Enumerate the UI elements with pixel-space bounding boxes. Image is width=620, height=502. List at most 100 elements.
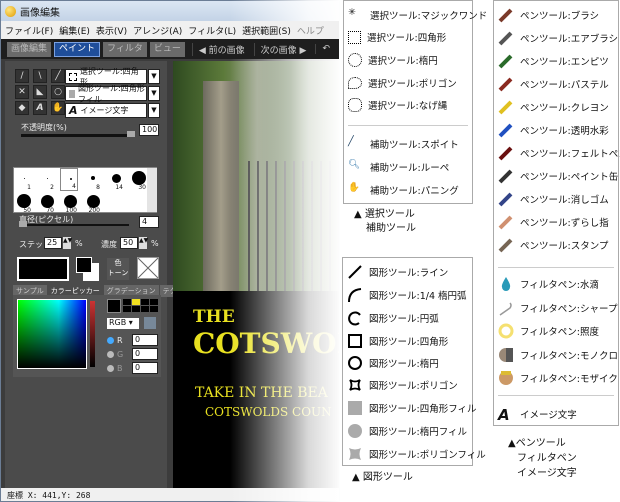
menu-item-panning[interactable]: ✋ 補助ツール:パニング: [348, 182, 459, 198]
color-chip[interactable]: [150, 299, 158, 305]
menu-file[interactable]: ファイル(F): [5, 24, 53, 37]
menu-item-pen-eraser[interactable]: ペンツール:消しゴム: [498, 191, 609, 207]
menu-item-filter-monochrome[interactable]: フィルタペン:モノクロ: [498, 347, 618, 363]
slider-thumb[interactable]: [19, 221, 27, 227]
brush-size-2[interactable]: 2: [37, 168, 55, 191]
tab-view[interactable]: ビュー: [149, 41, 185, 57]
color-chip[interactable]: [132, 306, 140, 312]
brush-size-8[interactable]: 8: [83, 168, 101, 191]
density-spinner[interactable]: ▲▼: [139, 237, 148, 249]
paint-can-tool-icon[interactable]: ◣: [33, 85, 47, 99]
brush-size-100[interactable]: 100: [60, 191, 78, 214]
menu-item-filter-water-drop[interactable]: フィルタペン:水滴: [498, 276, 599, 292]
brush-size-200[interactable]: 200: [83, 191, 101, 214]
menu-item-pen-smudge-finger[interactable]: ペンツール:ずらし指: [498, 214, 609, 230]
color-chip[interactable]: [141, 299, 149, 305]
menu-item-pen-airbrush[interactable]: ペンツール:エアブラシ: [498, 30, 618, 46]
brush-scrollbar[interactable]: [147, 168, 157, 212]
menu-item-image-text[interactable]: A イメージ文字: [498, 406, 577, 424]
menu-item-shape-4[interactable]: 図形ツール:楕円: [347, 355, 439, 371]
density-input[interactable]: 50: [120, 237, 138, 249]
slider-thumb[interactable]: [127, 131, 135, 137]
brush-size-14[interactable]: 14: [106, 168, 124, 191]
foreground-color-swatch[interactable]: [76, 257, 92, 273]
no-color-icon[interactable]: [137, 257, 159, 279]
brush-size-50[interactable]: 50: [14, 191, 32, 214]
menu-selection[interactable]: 選択範囲(S): [242, 24, 291, 37]
menu-item-rect-select[interactable]: 選択ツール:四角形: [348, 30, 446, 44]
menu-item-pen-crayon[interactable]: ペンツール:クレヨン: [498, 99, 609, 115]
color-mode-select[interactable]: RGB ▾: [107, 318, 139, 329]
tab-filter[interactable]: フィルタ: [103, 41, 147, 57]
dropdown-arrow-icon[interactable]: ▼: [148, 86, 160, 101]
eyedropper-tool-icon[interactable]: ╱: [51, 69, 65, 83]
brush-size-4[interactable]: 4: [60, 168, 78, 191]
menu-help[interactable]: ヘルプ: [297, 24, 324, 37]
menu-item-shape-3[interactable]: 図形ツール:四角形: [347, 333, 448, 349]
menu-item-shape-2[interactable]: 図形ツール:円弧: [347, 310, 439, 326]
airbrush-tool-icon[interactable]: ✕: [15, 85, 29, 99]
hue-slider[interactable]: [90, 301, 95, 367]
menu-item-shape-5[interactable]: 図形ツール:ポリゴン: [347, 377, 458, 393]
channel-b-input[interactable]: 0: [132, 362, 158, 374]
menu-item-eyedropper[interactable]: ╱ 補助ツール:スポイト: [348, 136, 459, 152]
tone-button[interactable]: 色 トーン: [107, 258, 129, 280]
channel-r-input[interactable]: 0: [132, 334, 158, 346]
undo-icon[interactable]: ↶: [315, 44, 336, 54]
menu-item-ellipse-select[interactable]: 選択ツール:楕円: [348, 53, 438, 67]
text-tool-select[interactable]: A イメージ文字: [65, 103, 147, 118]
brush-size-30[interactable]: 30: [129, 168, 147, 191]
menu-item-pen-felt-pen[interactable]: ペンツール:フェルトペン: [498, 145, 620, 161]
brush-size-palette[interactable]: 1 2 4 8 14 30 50 70 100 200: [13, 167, 157, 214]
brush-size-70[interactable]: 70: [37, 191, 55, 214]
menu-filter[interactable]: フィルタ(L): [188, 24, 236, 37]
text-tool-icon[interactable]: A: [33, 101, 47, 115]
diameter-input[interactable]: 4: [139, 216, 159, 228]
color-chip[interactable]: [123, 299, 131, 305]
hand-tool-icon[interactable]: ✋: [51, 101, 65, 115]
tab-image-edit[interactable]: 画像編集: [7, 41, 52, 57]
magnifier-tool-icon[interactable]: ○: [51, 85, 65, 99]
radio-b[interactable]: [107, 364, 114, 372]
magic-wand-tool-icon[interactable]: \: [33, 69, 47, 83]
menu-item-polygon-select[interactable]: 選択ツール:ポリゴン: [348, 76, 457, 90]
menu-item-loupe[interactable]: 🔍︎ 補助ツール:ルーペ: [348, 159, 449, 175]
menu-item-filter-mosaic[interactable]: フィルタペン:モザイク: [498, 370, 618, 386]
brush-size-1[interactable]: 1: [14, 168, 32, 191]
menu-item-lasso[interactable]: 選択ツール:なげ縄: [348, 98, 447, 112]
shape-tool-select[interactable]: 図形ツール:四角形フィル: [65, 84, 147, 104]
diameter-slider[interactable]: [19, 221, 129, 227]
tab-paint[interactable]: ペイント: [54, 41, 101, 57]
menu-arrange[interactable]: アレンジ(A): [133, 24, 182, 37]
color-field[interactable]: [17, 299, 87, 369]
menu-item-shape-8[interactable]: 図形ツール:ポリゴンフィル: [347, 446, 486, 462]
color-chip[interactable]: [123, 306, 131, 312]
menu-item-filter-sharpen[interactable]: フィルタペン:シャープ: [498, 300, 617, 316]
brush-tool-icon[interactable]: /: [15, 69, 29, 83]
radio-r[interactable]: [107, 336, 114, 344]
dropdown-arrow-icon[interactable]: ▼: [148, 69, 160, 84]
menu-item-pen-watercolor[interactable]: ペンツール:透明水彩: [498, 122, 609, 138]
color-chip[interactable]: [132, 299, 140, 305]
color-chip[interactable]: [141, 306, 149, 312]
next-image-button[interactable]: 次の画像 ▶: [253, 42, 313, 56]
eraser-tool-icon[interactable]: ◆: [15, 101, 29, 115]
menu-item-filter-brightness[interactable]: フィルタペン:照度: [498, 323, 599, 339]
menu-item-pen-pastel[interactable]: ペンツール:パステル: [498, 76, 609, 92]
color-chip[interactable]: [150, 306, 158, 312]
lock-icon[interactable]: [144, 317, 156, 329]
menu-item-shape-0[interactable]: 図形ツール:ライン: [347, 264, 448, 280]
opacity-slider[interactable]: [21, 131, 135, 137]
menu-item-pen-stamp[interactable]: ペンツール:スタンプ: [498, 237, 608, 253]
current-color-swatch[interactable]: [17, 257, 69, 281]
opacity-input[interactable]: 100: [139, 124, 159, 136]
menu-item-shape-7[interactable]: 図形ツール:楕円フィル: [347, 423, 467, 439]
menu-item-pen-pencil[interactable]: ペンツール:エンピツ: [498, 53, 609, 69]
menu-view[interactable]: 表示(V): [96, 24, 127, 37]
step-input[interactable]: 25: [44, 237, 62, 249]
menu-item-magic-wand[interactable]: ✳ 選択ツール:マジックワンド: [348, 7, 487, 23]
menu-item-pen-brush[interactable]: ペンツール:ブラシ: [498, 7, 599, 23]
menu-item-shape-1[interactable]: 図形ツール:1/4 楕円弧: [347, 287, 467, 303]
dropdown-arrow-icon[interactable]: ▼: [148, 103, 160, 118]
menu-item-pen-paint-can[interactable]: ペンツール:ペイント缶: [498, 168, 618, 184]
